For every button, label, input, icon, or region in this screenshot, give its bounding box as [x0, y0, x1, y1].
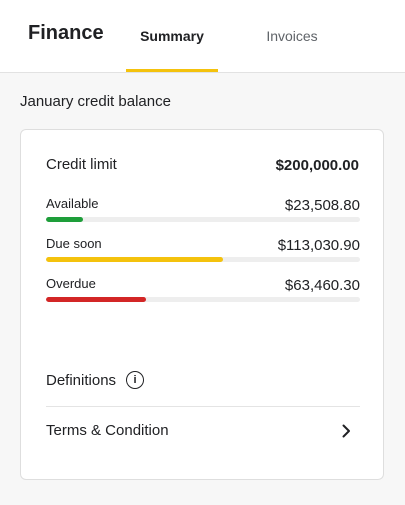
- balance-value: $63,460.30: [284, 277, 360, 294]
- progress-track: [46, 217, 360, 222]
- tab-invoices[interactable]: Invoices: [246, 0, 338, 72]
- definitions-label: Definitions: [46, 371, 117, 389]
- balance-label: Overdue: [46, 276, 96, 291]
- app-title: Finance: [28, 22, 104, 44]
- definitions-link[interactable]: Definitions i: [46, 371, 145, 389]
- terms-label: Terms & Condition: [46, 422, 169, 439]
- info-icon[interactable]: i: [126, 371, 145, 389]
- balance-value: $113,030.90: [277, 237, 360, 254]
- credit-limit-value: $200,000.00: [275, 157, 359, 174]
- top-bar: Finance Summary Invoices: [0, 0, 405, 73]
- terms-and-condition-row[interactable]: Terms & Condition: [46, 422, 360, 442]
- chevron-right-icon: [342, 424, 350, 438]
- progress-fill-overdue: [46, 297, 146, 302]
- balance-row-due-soon: Due soon $113,030.90: [46, 236, 360, 270]
- progress-fill-available: [46, 217, 84, 222]
- balance-label: Due soon: [46, 236, 102, 251]
- tab-summary[interactable]: Summary: [126, 0, 218, 72]
- credit-limit-label: Credit limit: [46, 156, 117, 173]
- balance-row-available: Available $23,508.80: [46, 196, 360, 230]
- progress-track: [46, 297, 360, 302]
- active-tab-indicator: [126, 69, 218, 72]
- balance-label: Available: [46, 196, 99, 211]
- credit-balance-card: Credit limit $200,000.00 Available $23,5…: [20, 129, 384, 480]
- balance-row-overdue: Overdue $63,460.30: [46, 276, 360, 310]
- progress-track: [46, 257, 360, 262]
- progress-fill-due-soon: [46, 257, 224, 262]
- divider: [46, 406, 360, 407]
- section-title: January credit balance: [20, 93, 171, 110]
- balance-value: $23,508.80: [284, 197, 360, 214]
